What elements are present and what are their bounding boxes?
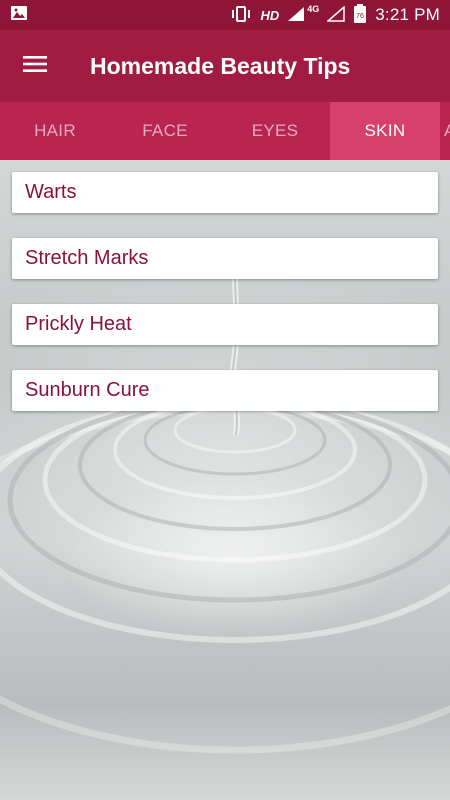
signal-empty-icon — [326, 4, 346, 25]
tips-list: Warts Stretch Marks Prickly Heat Sunburn… — [12, 172, 438, 436]
tab-eyes[interactable]: EYES — [220, 102, 330, 160]
tab-partial[interactable]: A — [440, 102, 450, 160]
menu-button[interactable] — [0, 30, 70, 102]
list-item-stretch-marks[interactable]: Stretch Marks — [12, 238, 438, 279]
app-bar: Homemade Beauty Tips — [0, 30, 450, 102]
tab-bar: HAIR FACE EYES SKIN A — [0, 102, 450, 160]
vibrate-icon — [230, 5, 252, 25]
image-notification-icon — [10, 5, 28, 26]
battery-level: 76 — [356, 13, 364, 20]
app-title: Homemade Beauty Tips — [90, 52, 351, 79]
battery-icon: 76 — [353, 3, 367, 27]
signal-icon — [287, 6, 305, 25]
status-time: 3:21 PM — [375, 5, 440, 24]
tab-face[interactable]: FACE — [110, 102, 220, 160]
status-bar: HD 4G 76 3:21 PM — [0, 0, 450, 30]
list-item-prickly-heat[interactable]: Prickly Heat — [12, 304, 438, 345]
hd-indicator: HD — [260, 7, 280, 23]
tab-skin[interactable]: SKIN — [330, 102, 440, 160]
content-area: Warts Stretch Marks Prickly Heat Sunburn… — [0, 160, 450, 800]
list-item-sunburn-cure[interactable]: Sunburn Cure — [12, 370, 438, 411]
network-type-label: 4G — [307, 4, 320, 14]
tab-hair[interactable]: HAIR — [0, 102, 110, 160]
hamburger-menu-icon[interactable] — [23, 55, 47, 78]
list-item-warts[interactable]: Warts — [12, 172, 438, 213]
